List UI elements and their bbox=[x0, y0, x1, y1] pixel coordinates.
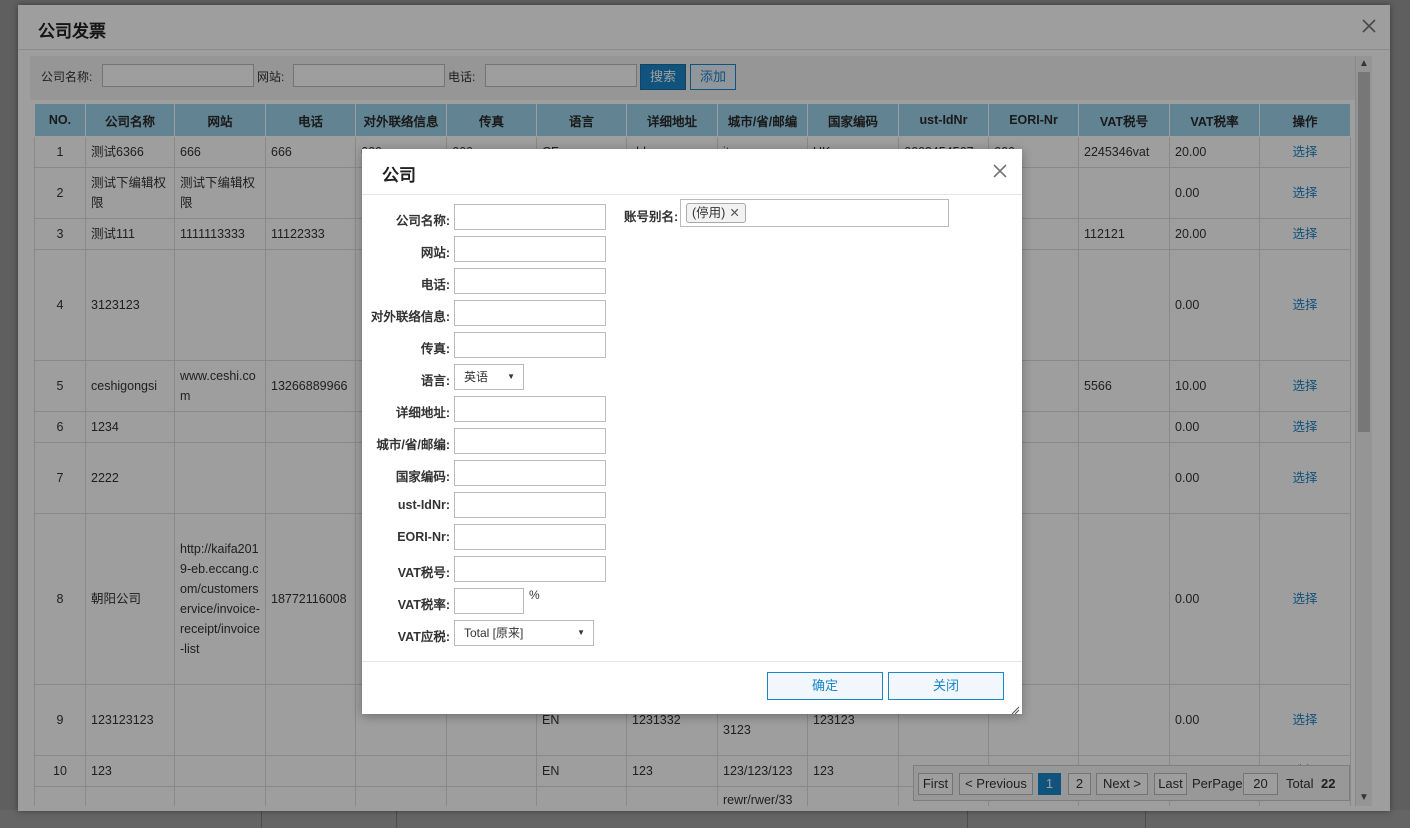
vat-rate-field[interactable] bbox=[454, 588, 524, 614]
phone-field[interactable] bbox=[454, 268, 606, 294]
address-label: 详细地址: bbox=[395, 406, 450, 420]
dialog-footer-divider bbox=[362, 661, 1022, 662]
website-field[interactable] bbox=[454, 236, 606, 262]
vat-taxable-row: VAT应税: Total [原来] ▼ bbox=[362, 620, 622, 647]
vat-rate-row: VAT税率: % bbox=[362, 588, 622, 615]
company-name-field[interactable] bbox=[454, 204, 606, 230]
dialog-title: 公司 bbox=[382, 166, 416, 185]
contact-row: 对外联络信息: bbox=[362, 300, 622, 327]
caret-down-icon: ▼ bbox=[577, 628, 585, 637]
vat-no-field[interactable] bbox=[454, 556, 606, 582]
phone-row: 电话: bbox=[362, 268, 622, 295]
eori-row: EORI-Nr: bbox=[362, 524, 622, 551]
eori-field[interactable] bbox=[454, 524, 606, 550]
ust-field[interactable] bbox=[454, 492, 606, 518]
website-label: 网站: bbox=[420, 246, 450, 260]
percent-unit: % bbox=[529, 588, 540, 602]
remove-tag-icon[interactable]: ✕ bbox=[729, 206, 739, 220]
website-row: 网站: bbox=[362, 236, 622, 263]
contact-label: 对外联络信息: bbox=[370, 310, 450, 324]
alias-tag-label: (停用) bbox=[692, 206, 726, 220]
city-label: 城市/省/邮编: bbox=[376, 438, 450, 452]
address-row: 详细地址: bbox=[362, 396, 622, 423]
company-dialog: 公司 公司名称: 网站: 电话: 对外联络信息: 传真: 语言: 英语 ▼ 详细… bbox=[362, 149, 1022, 715]
vat-taxable-label: VAT应税: bbox=[397, 630, 450, 644]
phone-label: 电话: bbox=[420, 278, 450, 292]
address-field[interactable] bbox=[454, 396, 606, 422]
city-row: 城市/省/邮编: bbox=[362, 428, 622, 455]
vat-rate-label: VAT税率: bbox=[397, 598, 450, 612]
language-row: 语言: 英语 ▼ bbox=[362, 364, 622, 391]
caret-down-icon: ▼ bbox=[507, 372, 515, 381]
company-name-label: 公司名称: bbox=[395, 214, 450, 228]
close-button[interactable]: 关闭 bbox=[888, 672, 1004, 700]
company-name-row: 公司名称: bbox=[362, 204, 622, 231]
vat-no-label: VAT税号: bbox=[397, 566, 450, 580]
account-alias-label: 账号别名: bbox=[624, 210, 679, 224]
language-label: 语言: bbox=[420, 374, 450, 388]
fax-row: 传真: bbox=[362, 332, 622, 359]
contact-field[interactable] bbox=[454, 300, 606, 326]
confirm-button[interactable]: 确定 bbox=[767, 672, 883, 700]
ust-label: ust-IdNr: bbox=[397, 498, 450, 512]
fax-field[interactable] bbox=[454, 332, 606, 358]
alias-tag: (停用) ✕ bbox=[686, 203, 746, 223]
country-row: 国家编码: bbox=[362, 460, 622, 487]
account-alias-select[interactable]: (停用) ✕ bbox=[680, 199, 949, 227]
city-field[interactable] bbox=[454, 428, 606, 454]
dialog-header: 公司 bbox=[362, 149, 1022, 195]
eori-label: EORI-Nr: bbox=[397, 530, 450, 544]
country-field[interactable] bbox=[454, 460, 606, 486]
vat-taxable-value: Total [原来] bbox=[464, 626, 524, 640]
vat-no-row: VAT税号: bbox=[362, 556, 622, 583]
vat-taxable-select[interactable]: Total [原来] ▼ bbox=[454, 620, 594, 646]
close-icon[interactable] bbox=[990, 161, 1010, 181]
language-select[interactable]: 英语 ▼ bbox=[454, 364, 524, 390]
country-label: 国家编码: bbox=[395, 470, 450, 484]
fax-label: 传真: bbox=[420, 342, 450, 356]
resize-handle-icon[interactable] bbox=[1011, 703, 1020, 715]
language-value: 英语 bbox=[464, 370, 489, 384]
ust-row: ust-IdNr: bbox=[362, 492, 622, 519]
